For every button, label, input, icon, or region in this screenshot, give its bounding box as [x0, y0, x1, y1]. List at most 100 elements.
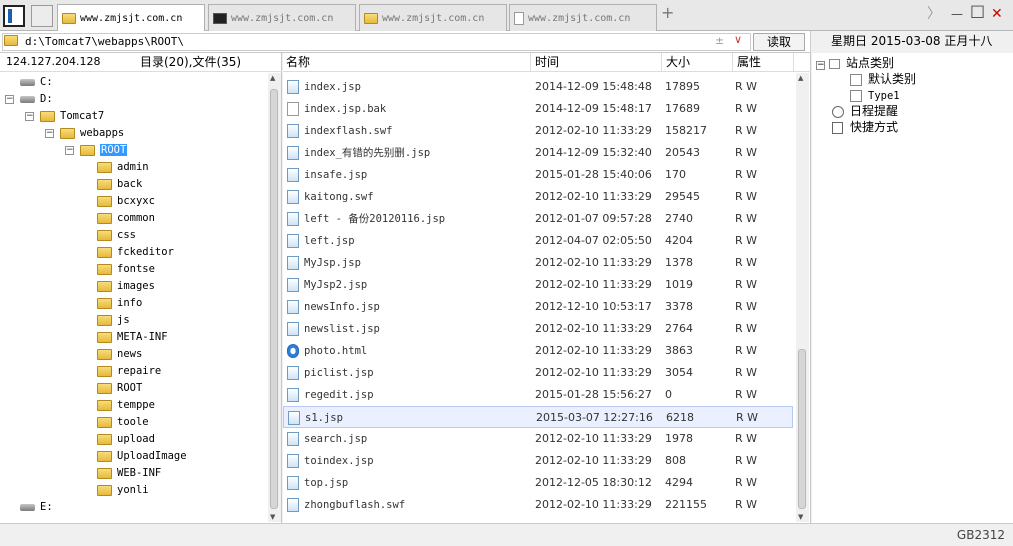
file-row[interactable]: top.jsp 2012-12-05 18:30:12 4294 R W	[283, 472, 793, 494]
tree-folder-item[interactable]: images	[97, 278, 155, 295]
file-row[interactable]: indexflash.swf 2012-02-10 11:33:29 158217 R…	[283, 120, 793, 142]
drive-e[interactable]: E:	[20, 499, 53, 516]
file-name: photo.html	[304, 345, 368, 357]
file-row[interactable]: MyJsp.jsp 2012-02-10 11:33:29 1378 R W	[283, 252, 793, 274]
file-row[interactable]: photo.html 2012-02-10 11:33:29 3863 R W	[283, 340, 793, 362]
file-row[interactable]: insafe.jsp 2015-01-28 15:40:06 170 R W	[283, 164, 793, 186]
site-category-node[interactable]: − 站点类别	[816, 55, 894, 71]
tree-folder-item[interactable]: temppe	[97, 397, 155, 414]
folder-icon	[97, 416, 112, 428]
tree-folder-item[interactable]: js	[97, 312, 130, 329]
tree-folder-item[interactable]: admin	[97, 159, 149, 176]
file-row[interactable]: left - 备份20120116.jsp 2012-01-07 09:57:28…	[283, 208, 793, 230]
file-row[interactable]: piclist.jsp 2012-02-10 11:33:29 3054 R W	[283, 362, 793, 384]
collapse-icon[interactable]: −	[816, 61, 825, 70]
file-attributes: R W	[735, 498, 758, 511]
tree-node-root[interactable]: ROOT	[80, 142, 128, 159]
blank-tab-button[interactable]	[31, 5, 53, 27]
jsp-file-icon	[287, 366, 299, 380]
column-attr[interactable]: 属性	[734, 53, 794, 72]
jsp-file-icon	[287, 168, 299, 182]
tree-folder-item[interactable]: UploadImage	[97, 448, 187, 465]
chevron-right-icon[interactable]: 〉	[927, 6, 941, 22]
folder-icon	[97, 229, 112, 241]
shortcuts-node[interactable]: 快捷方式	[832, 119, 898, 135]
tree-folder-item[interactable]: yonli	[97, 482, 149, 499]
file-row[interactable]: newsInfo.jsp 2012-12-10 10:53:17 3378 R W	[283, 296, 793, 318]
tree-folder-item[interactable]: news	[97, 346, 142, 363]
tree-node-webapps[interactable]: webapps	[60, 125, 124, 142]
file-row[interactable]: zhongbuflash.swf 2012-02-10 11:33:29 22115…	[283, 494, 793, 516]
tree-folder-item[interactable]: WEB-INF	[97, 465, 161, 482]
drive-d[interactable]: D:	[20, 91, 53, 108]
tab-add-button[interactable]: +	[661, 5, 674, 21]
tree-folder-item[interactable]: bcxyxc	[97, 193, 155, 210]
expand-collapse-icon[interactable]: −	[25, 112, 34, 121]
category-checkbox[interactable]	[850, 73, 862, 86]
column-name[interactable]: 名称	[283, 53, 531, 72]
scroll-up-icon[interactable]: ▲	[798, 74, 803, 82]
expand-collapse-icon[interactable]: −	[5, 95, 14, 104]
category-checkbox[interactable]	[850, 89, 862, 102]
tree-node-tomcat7[interactable]: Tomcat7	[40, 108, 104, 125]
plus-minus-icon[interactable]: ±	[715, 34, 724, 47]
tree-folder-item[interactable]: upload	[97, 431, 155, 448]
folder-icon	[97, 314, 112, 326]
dropdown-icon[interactable]: ∨	[734, 33, 742, 46]
expand-collapse-icon[interactable]: −	[45, 129, 54, 138]
tree-folder-item[interactable]: META-INF	[97, 329, 168, 346]
file-row[interactable]: kaitong.swf 2012-02-10 11:33:29 29545 R W	[283, 186, 793, 208]
file-row[interactable]: newslist.jsp 2012-02-10 11:33:29 2764 R W	[283, 318, 793, 340]
tree-folder-item[interactable]: ROOT	[97, 380, 142, 397]
tab-4[interactable]: www.zmjsjt.com.cn	[509, 4, 657, 31]
column-time[interactable]: 时间	[532, 53, 662, 72]
schedule-reminder-node[interactable]: 日程提醒	[832, 103, 898, 119]
tree-label: D:	[40, 93, 53, 105]
file-row[interactable]: index.jsp.bak 2014-12-09 15:48:17 17689 R W	[283, 98, 793, 120]
file-row[interactable]: toindex.jsp 2012-02-10 11:33:29 808 R W	[283, 450, 793, 472]
tree-folder-item[interactable]: back	[97, 176, 142, 193]
file-row[interactable]: MyJsp2.jsp 2012-02-10 11:33:29 1019 R W	[283, 274, 793, 296]
expand-collapse-icon[interactable]: −	[65, 146, 74, 155]
file-row[interactable]: s1.jsp 2015-03-07 12:27:16 6218 R W	[283, 406, 793, 428]
file-row[interactable]: search.jsp 2012-02-10 11:33:29 1978 R W	[283, 428, 793, 450]
file-name: left.jsp	[304, 235, 355, 247]
tree-folder-item[interactable]: css	[97, 227, 136, 244]
encoding-indicator[interactable]: GB2312	[957, 528, 1005, 542]
panel-toggle-button[interactable]	[3, 5, 25, 27]
tree-label: temppe	[117, 399, 155, 411]
category-item-default[interactable]: 默认类别	[850, 71, 916, 87]
maximize-button[interactable]: □	[970, 3, 985, 19]
scroll-up-icon[interactable]: ▲	[270, 74, 275, 82]
file-row[interactable]: index.jsp 2014-12-09 15:48:48 17895 R W	[283, 76, 793, 98]
file-row[interactable]: index_有错的先别删.jsp 2014-12-09 15:32:40 20543…	[283, 142, 793, 164]
tab-1[interactable]: www.zmjsjt.com.cn	[57, 4, 205, 32]
tab-2[interactable]: www.zmjsjt.com.cn	[208, 4, 356, 31]
tree-folder-item[interactable]: fontse	[97, 261, 155, 278]
tree-folder-item[interactable]: toole	[97, 414, 149, 431]
read-button[interactable]: 读取	[753, 33, 805, 51]
tree-scroll-thumb[interactable]	[270, 89, 278, 509]
tree-scrollbar[interactable]: ▲ ▼	[268, 73, 281, 522]
file-scroll-thumb[interactable]	[798, 349, 806, 509]
column-size[interactable]: 大小	[663, 53, 733, 72]
folder-icon	[80, 144, 95, 156]
file-row[interactable]: regedit.jsp 2015-01-28 15:56:27 0 R W	[283, 384, 793, 406]
category-item-type1[interactable]: Type1	[850, 87, 900, 104]
tab-3[interactable]: www.zmjsjt.com.cn	[359, 4, 507, 31]
tree-folder-item[interactable]: info	[97, 295, 142, 312]
file-row[interactable]: left.jsp 2012-04-07 02:05:50 4204 R W	[283, 230, 793, 252]
tree-folder-item[interactable]: fckeditor	[97, 244, 174, 261]
drive-g[interactable]: G:	[20, 516, 53, 519]
scroll-down-icon[interactable]: ▼	[270, 513, 275, 521]
jsp-file-icon	[287, 476, 299, 490]
drive-c[interactable]: C:	[20, 74, 53, 91]
file-size: 1019	[665, 278, 693, 291]
minimize-button[interactable]: —	[951, 6, 963, 22]
path-input[interactable]: d:\Tomcat7\webapps\ROOT\	[2, 33, 751, 51]
close-button[interactable]: ✕	[991, 6, 1003, 22]
tree-folder-item[interactable]: repaire	[97, 363, 161, 380]
tree-folder-item[interactable]: common	[97, 210, 155, 227]
file-scrollbar[interactable]: ▲ ▼	[796, 73, 809, 522]
scroll-down-icon[interactable]: ▼	[798, 513, 803, 521]
